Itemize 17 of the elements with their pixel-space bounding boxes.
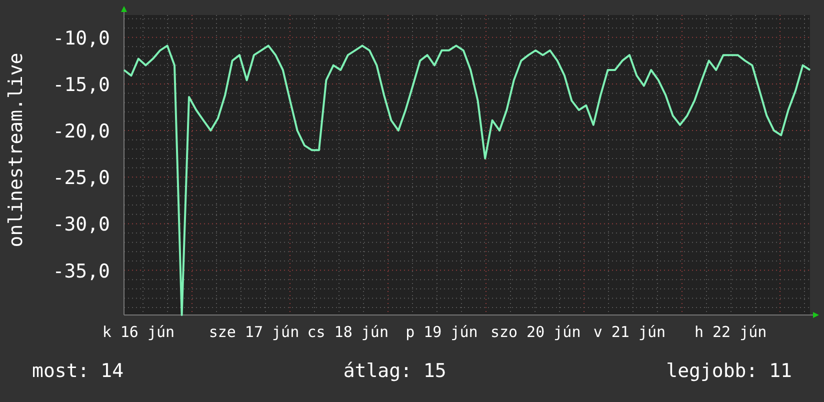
- x-tick-label: p 19 jún: [406, 323, 478, 341]
- y-tick-label: -35,0: [52, 260, 110, 282]
- x-tick-label: k 16 jún: [102, 323, 175, 341]
- y-tick-label: -10,0: [52, 27, 110, 50]
- legend-text: legjobb: 11: [666, 360, 792, 382]
- legend-text: most: 14: [32, 360, 124, 382]
- x-tick-label: sze 17 jún: [208, 323, 300, 341]
- x-tick-label: cs 18 jún: [307, 323, 388, 341]
- x-tick-label: v 21 jún: [593, 323, 666, 341]
- x-tick-label: h 22 jún: [694, 323, 767, 341]
- y-tick-label: -15,0: [52, 74, 110, 96]
- y-tick-label: -25,0: [52, 167, 110, 190]
- y-tick-label: -30,0: [52, 214, 110, 236]
- y-axis-label: onlinestream.live: [5, 52, 27, 248]
- x-tick-label: szo 20 jún: [490, 323, 581, 341]
- y-tick-label: -20,0: [52, 120, 110, 143]
- legend-text: átlag: 15: [343, 360, 446, 382]
